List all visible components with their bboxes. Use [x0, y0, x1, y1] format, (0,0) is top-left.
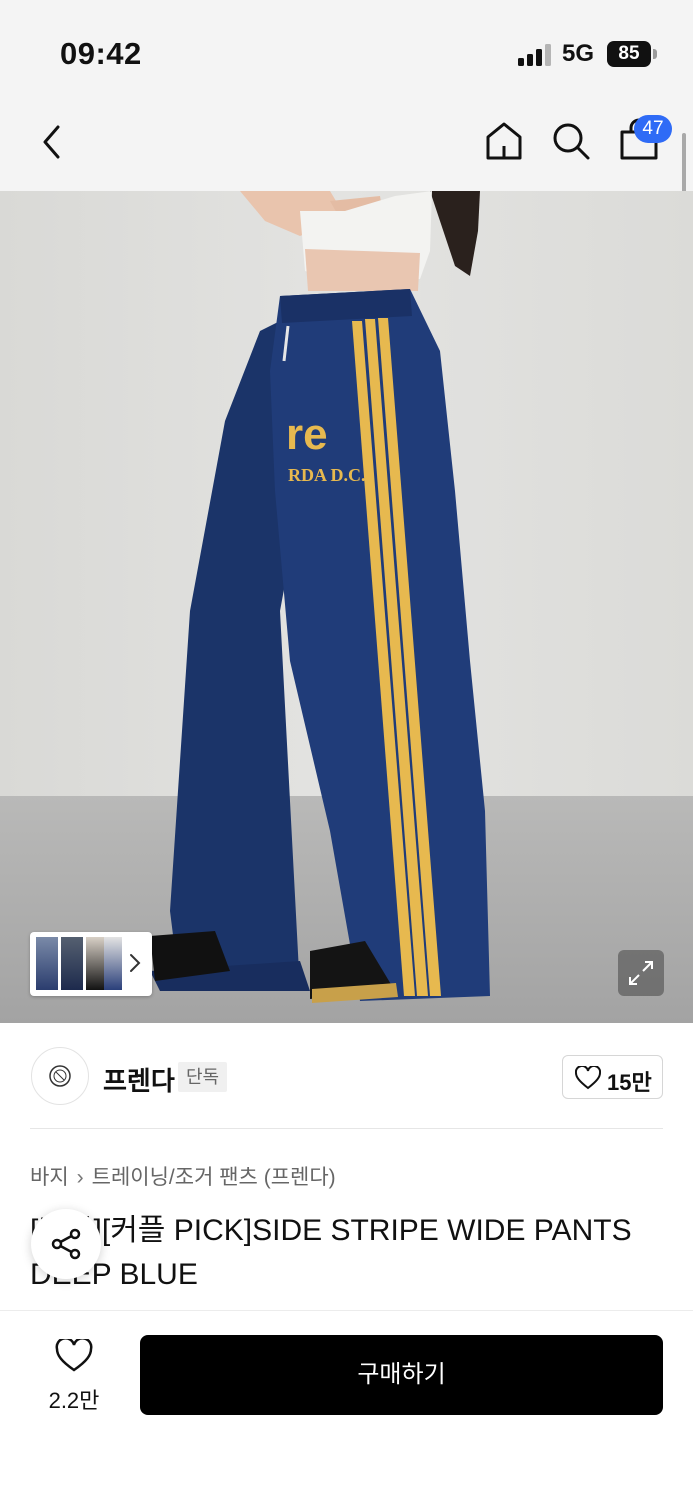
bottom-action-bar: 2.2만 구매하기	[0, 1310, 693, 1501]
divider	[30, 1128, 663, 1129]
category-parent[interactable]: 바지	[30, 1166, 69, 1189]
chevron-left-icon[interactable]	[38, 122, 68, 162]
category-child[interactable]: 트레이닝/조거 팬츠 (프렌다)	[92, 1166, 336, 1189]
product-image[interactable]: re RDA D.C.	[0, 191, 693, 1023]
heart-icon	[55, 1339, 93, 1372]
brand-like-count: 15만	[607, 1070, 652, 1095]
signal-icon	[518, 44, 551, 66]
cart-count-badge: 47	[634, 115, 672, 143]
product-title: [단독][커플 PICK]SIDE STRIPE WIDE PANTS DEEP…	[30, 1214, 632, 1291]
thumbnail-image[interactable]	[61, 937, 83, 990]
wishlist-button[interactable]: 2.2만	[40, 1333, 108, 1413]
share-button[interactable]	[31, 1209, 101, 1279]
brand-name[interactable]: 프렌다	[103, 1061, 175, 1098]
brand-row: 프렌다 단독 15만	[0, 1023, 693, 1129]
buy-button[interactable]: 구매하기	[140, 1335, 663, 1415]
home-icon[interactable]	[484, 120, 524, 162]
battery-indicator: 85	[607, 41, 657, 67]
thumbnail-image[interactable]	[104, 937, 122, 990]
search-icon[interactable]	[551, 120, 591, 162]
svg-text:RDA D.C.: RDA D.C.	[288, 465, 366, 485]
battery-cap	[653, 49, 657, 59]
brand-logo-icon[interactable]	[31, 1047, 89, 1105]
network-type: 5G	[562, 40, 595, 67]
product-photo: re RDA D.C.	[0, 191, 693, 1023]
exclusive-tag: 단독	[178, 1062, 228, 1092]
battery-level: 85	[607, 41, 651, 67]
chevron-right-icon	[130, 954, 141, 972]
thumbnail-image[interactable]	[36, 937, 58, 990]
svg-text:re: re	[286, 410, 328, 459]
status-bar: 09:42 5G 85	[0, 0, 693, 100]
expand-icon	[629, 961, 653, 985]
chevron-right-icon: ›	[76, 1166, 84, 1189]
expand-button[interactable]	[618, 950, 664, 996]
status-time: 09:42	[60, 36, 142, 71]
thumbnail-strip[interactable]	[30, 932, 152, 996]
brand-like-button[interactable]: 15만	[562, 1055, 663, 1099]
thumbnail-image[interactable]	[86, 937, 106, 990]
share-icon	[51, 1228, 81, 1260]
nav-bar	[0, 100, 693, 191]
breadcrumb: 바지 › 트레이닝/조거 팬츠 (프렌다)	[30, 1161, 336, 1191]
heart-icon	[575, 1066, 601, 1090]
wishlist-count: 2.2만	[48, 1388, 100, 1413]
